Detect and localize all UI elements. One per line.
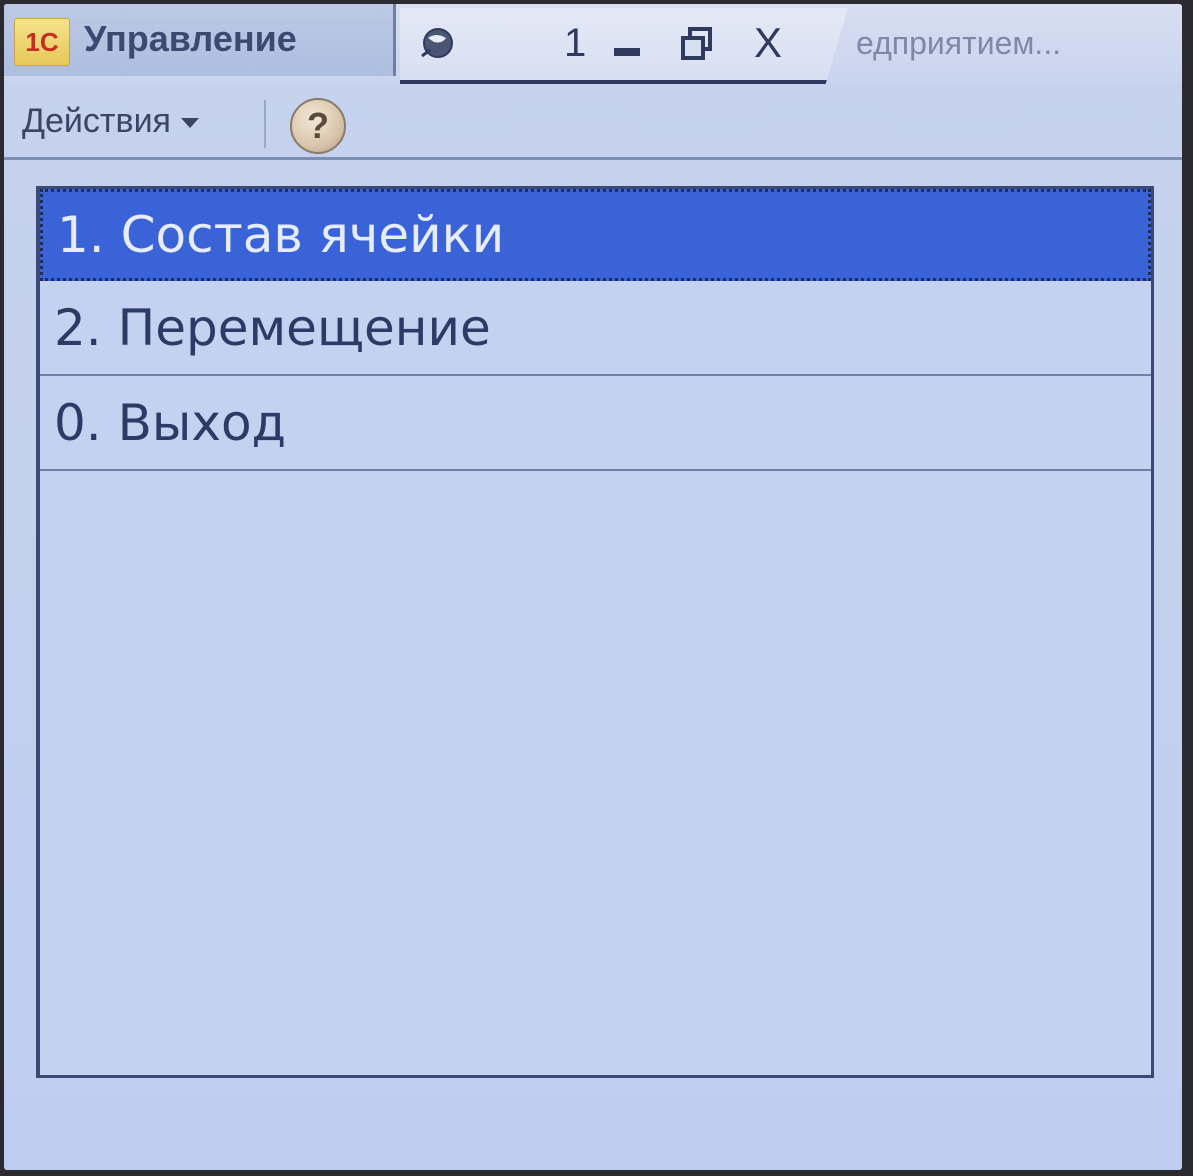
app-window: 1С Управление 1 X едприятием... Действия… bbox=[4, 4, 1182, 1170]
actions-label: Действия bbox=[22, 102, 171, 140]
menu-item-move[interactable]: 2. Перемещение bbox=[40, 281, 1151, 376]
menu-item-exit[interactable]: 0. Выход bbox=[40, 376, 1151, 471]
app-logo-icon: 1С bbox=[14, 18, 70, 66]
restore-icon[interactable] bbox=[680, 26, 714, 62]
close-icon[interactable]: X bbox=[748, 18, 788, 68]
help-button[interactable]: ? bbox=[290, 98, 346, 154]
toolbar: Действия ? bbox=[4, 84, 1182, 160]
tab-title: Управление bbox=[84, 18, 297, 59]
minimize-icon[interactable] bbox=[614, 48, 640, 56]
globe-icon[interactable] bbox=[418, 26, 456, 62]
window-number: 1 bbox=[564, 21, 587, 65]
chevron-down-icon bbox=[180, 118, 199, 129]
title-bar: 1С Управление 1 X едприятием... bbox=[4, 4, 1182, 84]
menu-list: 1. Состав ячейки 2. Перемещение 0. Выход bbox=[36, 186, 1154, 1078]
tab-main-app[interactable]: 1С Управление bbox=[4, 4, 396, 76]
menu-item-cell-contents[interactable]: 1. Состав ячейки bbox=[40, 189, 1151, 281]
actions-menu-button[interactable]: Действия bbox=[22, 96, 252, 146]
toolbar-divider bbox=[264, 100, 266, 148]
tab-enterprise[interactable]: едприятием... bbox=[856, 18, 1176, 68]
